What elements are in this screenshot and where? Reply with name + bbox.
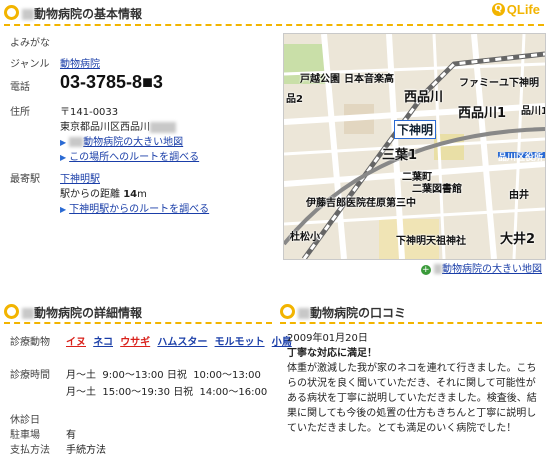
qlife-logo[interactable]: Q QLife	[491, 2, 540, 17]
station-label: 最寄駅	[10, 174, 40, 185]
divider	[4, 322, 272, 324]
big-map-link[interactable]: ▶ 動物病院の大きい地図	[60, 133, 183, 148]
arrow-icon: ▶	[60, 138, 67, 147]
animals-list: イヌ ネコ ウサギ ハムスター モルモット 小鳥	[66, 333, 292, 348]
map-label: 日本音楽高	[344, 74, 394, 85]
phone-number: 03-3785-8■3	[60, 72, 163, 92]
basic-info-title: 動物病院の基本情報	[22, 5, 142, 22]
hours-row: 月〜土 9:00〜13:00 日祝 10:00〜13:00	[66, 370, 261, 381]
review-headline: 丁寧な対応に満足！	[287, 348, 377, 359]
payment-value: 手続方法	[66, 445, 106, 456]
map-label: 西品川	[404, 90, 444, 105]
hours-row: 月〜土 15:00〜19:30 日祝 14:00〜16:00	[66, 387, 268, 398]
map-label: 二葉図書館	[412, 184, 462, 195]
yomigana-label: よみがな	[10, 38, 50, 49]
map-label: 大井2	[500, 232, 536, 247]
animal-link[interactable]: モルモット	[215, 337, 265, 348]
section-bullet-icon	[4, 304, 19, 319]
parking-value: 有	[66, 430, 76, 441]
animal-link[interactable]: イヌ	[66, 337, 86, 348]
animal-link[interactable]: ウサギ	[120, 337, 150, 348]
parking-label: 駐車場	[10, 430, 40, 441]
divider	[4, 24, 544, 26]
address-text: 東京都品川区西品川	[60, 118, 176, 133]
arrow-icon: ▶	[60, 205, 67, 214]
payment-label: 支払方法	[10, 445, 50, 456]
station-distance: 駅からの距離 14m	[60, 189, 147, 200]
map-label: 西品川1	[458, 106, 507, 121]
map-label: 荏原第三中	[366, 198, 416, 209]
map-label: 品川1	[521, 106, 546, 117]
genre-label: ジャンル	[10, 59, 50, 70]
map[interactable]: 戸越公園 品2 日本音楽高 ファミーユ下神明 西品川 西品川1 品川1 下神明 …	[283, 33, 546, 260]
map-label: 伊藤吉郎医院	[306, 198, 366, 209]
map-label: 戸越公園	[300, 74, 340, 85]
genre-link[interactable]: 動物病院	[60, 55, 100, 70]
postal-code: 〒141-0033	[60, 107, 119, 118]
route-link[interactable]: ▶ この場所へのルートを調べる	[60, 148, 199, 163]
review-date: 2009年01月20日	[287, 333, 368, 344]
hours-label: 診療時間	[10, 370, 50, 381]
map-label: 杜松小	[290, 232, 320, 243]
qlife-logo-icon: Q	[491, 3, 505, 16]
station-link[interactable]: 下神明駅	[60, 170, 100, 185]
animal-link[interactable]: ハムスター	[157, 337, 207, 348]
reviews-title: 動物病院の口コミ	[298, 304, 406, 321]
station-route-link[interactable]: ▶ 下神明駅からのルートを調べる	[60, 200, 209, 215]
animal-link[interactable]: ネコ	[93, 337, 113, 348]
divider	[280, 322, 542, 324]
map-label: ファミーユ下神明	[459, 78, 539, 89]
animals-label: 診療動物	[10, 337, 50, 348]
holiday-label: 休診日	[10, 415, 40, 426]
address-label: 住所	[10, 107, 30, 118]
map-label: 由井	[509, 190, 529, 201]
phone-label: 電話	[10, 82, 30, 93]
map-station-label: 下神明	[394, 120, 437, 139]
arrow-icon: ▶	[60, 153, 67, 162]
review-body: 体重が激減した我が家のネコを連れて行きました。こちらの状況を良く聞いていただき、…	[287, 363, 537, 434]
details-title: 動物病院の詳細情報	[22, 304, 142, 321]
map-label: 品川区役所	[498, 153, 544, 163]
section-bullet-icon	[280, 304, 295, 319]
map-label: 下神明天祖神社	[396, 236, 466, 247]
map-enlarge-link[interactable]: + 動物病院の大きい地図	[420, 260, 542, 275]
map-label: 品2	[286, 94, 303, 105]
section-bullet-icon	[4, 5, 19, 20]
plus-icon: +	[420, 265, 431, 275]
map-label: 三葉1	[382, 148, 418, 163]
